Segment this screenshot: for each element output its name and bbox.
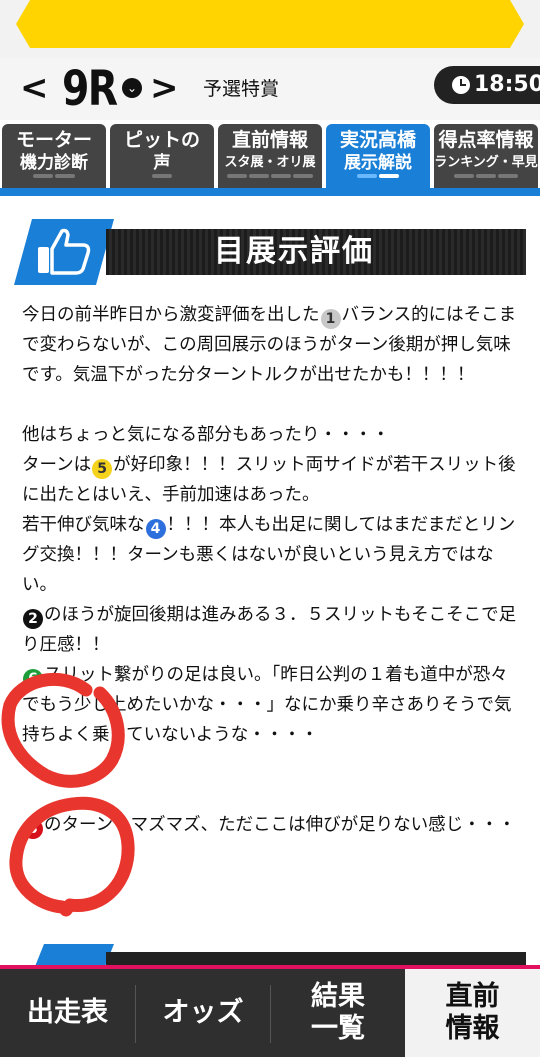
prev-race-button[interactable]: < [20,66,49,110]
section-title-bar: 目展示評価 [106,229,526,275]
info-tabs: モーター 機力診断 ピットの 声 直前情報 スタ展・オリ展 実況高橋 展示解説 … [0,122,540,188]
tab-motor-diagnosis[interactable]: モーター 機力診断 [2,124,106,188]
text: ターンは [22,455,92,475]
paragraph: 3 のターンもマズマズ、ただここは伸びが足りない感じ・・・ [22,810,518,840]
nav-entry-list[interactable]: 出走表 [0,969,135,1057]
clock-icon [452,76,470,94]
tabs-underline [0,188,540,196]
tab-label-line1: 直前情報 [231,129,308,151]
boat-6-badge: 6 [23,669,43,689]
text: 今日の前半昨日から激変評価を出した [22,305,320,325]
deadline-time: 18:50 [474,72,540,97]
boat-2-badge: 2 [23,609,43,629]
text: 若干伸び気味な [22,515,145,535]
tab-indicator [2,163,106,182]
deadline-time-badge: 18:50 [434,66,540,104]
tab-label-line1: 実況高橋 [339,129,416,151]
top-banner-area [0,0,540,58]
nav-results[interactable]: 結果 一覧 [271,969,405,1057]
tab-points-info[interactable]: 得点率情報 ランキング・早見 [434,124,538,188]
tab-indicator [434,163,538,182]
thumb-badge [14,219,114,285]
tab-indicator [218,163,322,182]
section-title: 目展示評価 [214,234,374,269]
next-race-button[interactable]: > [150,66,179,110]
paragraph: 若干伸び気味な 4 ！！！本人も出足に関してはまだまだとリング交換！！！ターンも悪く… [22,510,518,600]
tab-label-line1: モーター [15,129,92,151]
text: スリット繋がりの足は良い。「昨日公判の１着も道中が恐々でもう少し上めたいかな・・… [22,665,512,745]
text: のほうが旋回後期は進みある３．５スリットもそこそこで足り圧感！！ [22,605,517,655]
tab-indicator [326,163,430,182]
race-header: < 9R ⌄ > 予選特賞 18:50 [0,58,540,120]
paragraph: 2 のほうが旋回後期は進みある３．５スリットもそこそこで足り圧感！！ [22,600,518,660]
paragraph: 今日の前半昨日から激変評価を出した 1 バランス的にはそこまで変わらないが、この周回… [22,300,518,390]
bottom-nav: 出走表 オッズ 結果 一覧 直前 情報 [0,965,540,1057]
race-name: 予選特賞 [203,78,280,100]
commentary-article: 今日の前半昨日から激変評価を出した 1 バランス的にはそこまで変わらないが、この周回… [22,300,518,840]
nav-pre-race-info[interactable]: 直前 情報 [405,969,540,1057]
tab-indicator [110,163,214,182]
paragraph: 6 スリット繋がりの足は良い。「昨日公判の１着も道中が恐々でもう少し上めたいかな・… [22,660,518,750]
text: のターンもマズマズ、ただここは伸びが足りない感じ・・・ [44,815,516,835]
race-dropdown-icon[interactable]: ⌄ [122,78,142,98]
race-number[interactable]: 9R [62,62,118,116]
thumbs-up-icon [38,228,91,275]
yellow-banner[interactable] [16,0,524,48]
nav-odds[interactable]: オッズ [136,969,270,1057]
boat-1-badge: 1 [320,309,341,329]
tab-label-line1: ピットの [123,129,200,151]
boat-3-badge: 3 [23,819,43,839]
boat-5-badge: 5 [92,459,113,479]
section-header: 目展示評価 [14,219,526,285]
boat-4-badge: 4 [145,519,166,539]
tab-exhibition-commentary[interactable]: 実況高橋 展示解説 [326,124,430,188]
tab-pit-voice[interactable]: ピットの 声 [110,124,214,188]
paragraph: 他はちょっと気になる部分もあったり・・・・ [22,425,390,445]
paragraph: ターンは 5 が好印象！！！スリット両サイドが若干スリット後に出たとはいえ、手前加速… [22,450,518,510]
tab-label-line1: 得点率情報 [438,129,534,151]
tab-pre-race-info[interactable]: 直前情報 スタ展・オリ展 [218,124,322,188]
